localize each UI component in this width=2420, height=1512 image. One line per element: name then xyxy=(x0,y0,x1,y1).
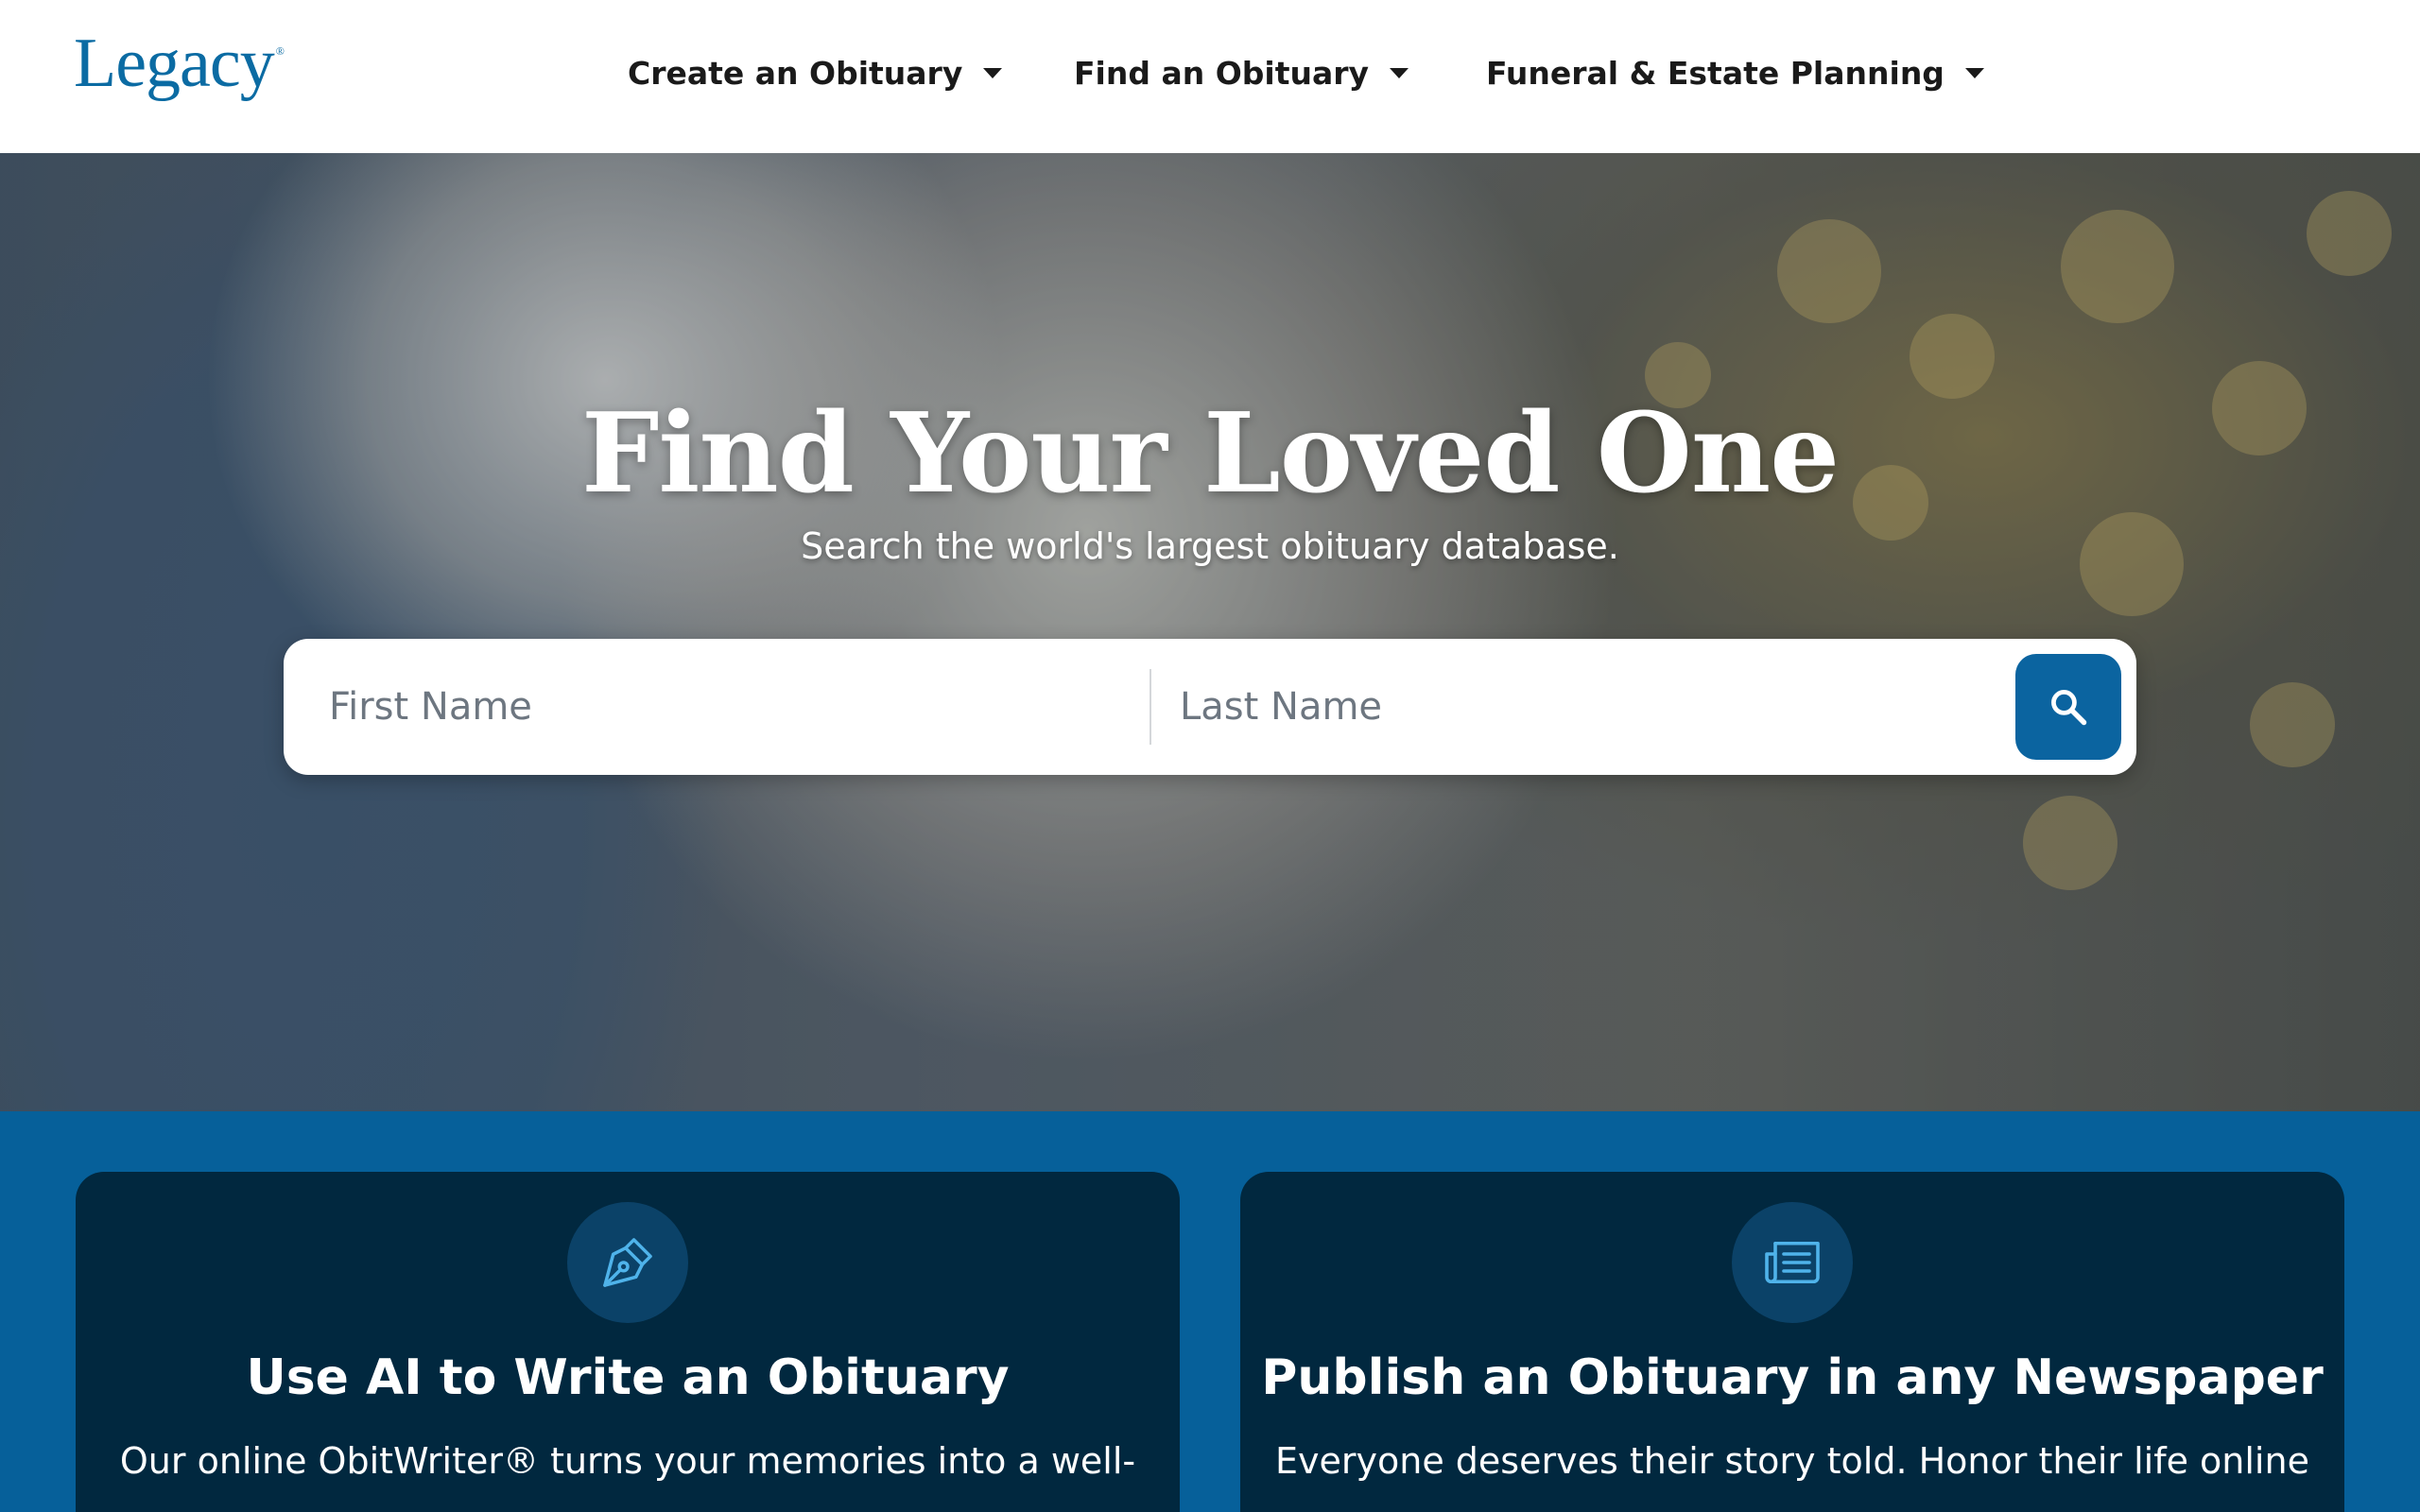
caret-down-icon xyxy=(983,68,1003,78)
hero-overlay xyxy=(0,153,2420,1111)
nav-create-obituary[interactable]: Create an Obituary xyxy=(628,55,1003,92)
card-title: Use AI to Write an Obituary xyxy=(246,1349,1010,1406)
hero-section xyxy=(0,153,2420,1111)
search-button[interactable] xyxy=(2015,654,2121,760)
card-icon-circle xyxy=(567,1202,688,1323)
card-publish-newspaper[interactable]: Publish an Obituary in any Newspaper Eve… xyxy=(1240,1172,2344,1512)
nav-label: Find an Obituary xyxy=(1074,55,1370,92)
search-icon xyxy=(2051,690,2087,726)
nav-funeral-estate-planning[interactable]: Funeral & Estate Planning xyxy=(1486,55,1984,92)
legacy-logo[interactable]: Legacy ® xyxy=(74,28,285,98)
card-ai-obituary[interactable]: Use AI to Write an Obituary Our online O… xyxy=(76,1172,1180,1512)
pen-nib-icon xyxy=(603,1238,652,1287)
logo-text: Legacy xyxy=(74,25,275,102)
caret-down-icon xyxy=(1390,68,1409,78)
nav-find-obituary[interactable]: Find an Obituary xyxy=(1074,55,1409,92)
newspaper-icon xyxy=(1765,1241,1820,1284)
first-name-input[interactable] xyxy=(329,658,1132,756)
nav-label: Create an Obituary xyxy=(628,55,963,92)
site-header: Legacy ® Create an Obituary Find an Obitu… xyxy=(0,0,2420,153)
search-divider xyxy=(1150,669,1151,745)
registered-mark: ® xyxy=(275,44,285,58)
card-body: Our online ObitWriter® turns your memori… xyxy=(119,1440,1136,1482)
hero-title: Find Your Loved One xyxy=(580,389,1840,518)
card-title: Publish an Obituary in any Newspaper xyxy=(1261,1349,2324,1406)
hero-subtitle: Search the world's largest obituary data… xyxy=(801,525,1619,567)
card-body: Everyone deserves their story told. Hono… xyxy=(1275,1440,2309,1482)
nav-label: Funeral & Estate Planning xyxy=(1486,55,1945,92)
caret-down-icon xyxy=(1964,68,1984,78)
last-name-input[interactable] xyxy=(1180,658,1993,756)
obituary-search-bar xyxy=(284,639,2136,775)
card-icon-circle xyxy=(1732,1202,1853,1323)
